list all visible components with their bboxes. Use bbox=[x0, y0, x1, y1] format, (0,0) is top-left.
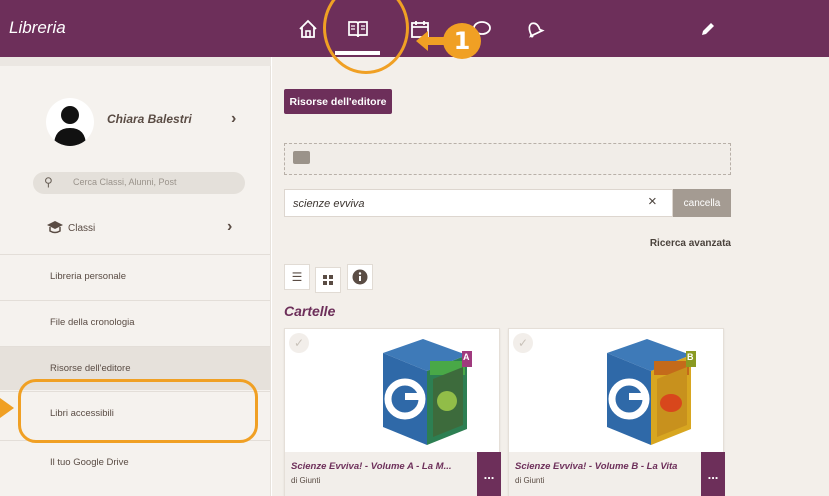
book-card[interactable]: ✓ B Scienze Evviva! - Volume B - La Vita… bbox=[508, 328, 725, 496]
sidebar-item-history-files[interactable]: File della cronologia bbox=[0, 300, 270, 344]
chevron-right-icon[interactable]: › bbox=[231, 110, 236, 128]
pencil-icon[interactable] bbox=[693, 14, 723, 44]
grid-view-icon[interactable] bbox=[315, 267, 341, 293]
publisher-resources-button[interactable]: Risorse dell'editore bbox=[284, 89, 392, 114]
card-title[interactable]: Scienze Evviva! - Volume B - La Vita bbox=[515, 461, 701, 472]
card-title[interactable]: Scienze Evviva! - Volume A - La M... bbox=[291, 461, 477, 472]
sidebar-search-input[interactable]: ⚲ Cerca Classi, Alunni, Post bbox=[33, 172, 245, 194]
sidebar-item-classes[interactable]: Classi › bbox=[0, 208, 270, 248]
user-name[interactable]: Chiara Balestri bbox=[107, 112, 192, 126]
more-options-button[interactable]: ... bbox=[701, 452, 725, 496]
advanced-search-link[interactable]: Ricerca avanzata bbox=[620, 238, 731, 249]
avatar[interactable] bbox=[46, 98, 94, 146]
folder-icon bbox=[293, 151, 310, 164]
card-info: Scienze Evviva! - Volume A - La M... di … bbox=[285, 452, 501, 496]
step-number-badge: 1 bbox=[443, 23, 481, 59]
cancel-button[interactable]: cancella bbox=[673, 189, 731, 217]
section-title: Cartelle bbox=[284, 303, 336, 319]
cover-letter: A bbox=[463, 352, 470, 362]
sidebar-header-strip bbox=[0, 57, 271, 66]
bell-icon[interactable] bbox=[519, 14, 549, 44]
book-cover: B bbox=[599, 333, 719, 451]
list-view-icon[interactable]: ☰ bbox=[284, 264, 310, 290]
chevron-right-icon: › bbox=[227, 218, 233, 235]
checkmark-icon[interactable]: ✓ bbox=[513, 333, 533, 353]
search-input[interactable]: scienze evviva bbox=[284, 189, 673, 217]
arrow-pointer-icon bbox=[0, 398, 14, 418]
graduation-cap-icon bbox=[46, 220, 64, 239]
cover-letter: B bbox=[687, 352, 694, 362]
home-icon[interactable] bbox=[293, 14, 323, 44]
search-query-text: scienze evviva bbox=[293, 198, 365, 210]
card-info: Scienze Evviva! - Volume B - La Vita di … bbox=[509, 452, 725, 496]
sidebar-item-label: Il tuo Google Drive bbox=[50, 457, 129, 468]
classes-label: Classi bbox=[68, 223, 96, 234]
book-card[interactable]: ✓ A Scienze Evviva! - Volume A - La M...… bbox=[284, 328, 501, 496]
folder-drop-zone[interactable] bbox=[284, 143, 731, 175]
info-icon[interactable] bbox=[347, 264, 373, 290]
search-icon: ⚲ bbox=[44, 175, 53, 189]
highlight-box bbox=[18, 379, 258, 443]
card-author: di Giunti bbox=[515, 476, 545, 485]
card-author: di Giunti bbox=[291, 476, 321, 485]
sidebar-item-label: File della cronologia bbox=[50, 317, 135, 328]
search-placeholder: Cerca Classi, Alunni, Post bbox=[73, 177, 177, 187]
sidebar-item-label: Risorse dell'editore bbox=[50, 363, 131, 374]
more-options-button[interactable]: ... bbox=[477, 452, 501, 496]
book-cover: A bbox=[375, 333, 495, 451]
app-title: Libreria bbox=[9, 18, 66, 37]
clear-icon[interactable]: × bbox=[648, 193, 657, 210]
sidebar-item-label: Libreria personale bbox=[50, 271, 127, 282]
checkmark-icon[interactable]: ✓ bbox=[289, 333, 309, 353]
sidebar-item-personal-library[interactable]: Libreria personale bbox=[0, 254, 270, 298]
sidebar-item-google-drive[interactable]: Il tuo Google Drive bbox=[0, 440, 270, 484]
